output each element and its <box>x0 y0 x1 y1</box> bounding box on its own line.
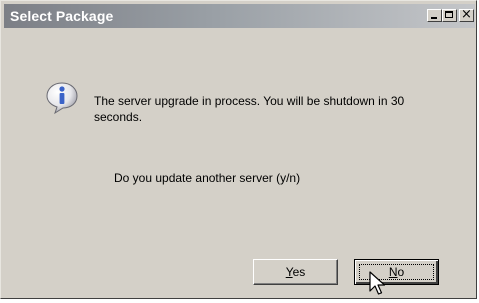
window-title: Select Package <box>10 8 114 24</box>
mouse-pointer-icon <box>369 271 387 297</box>
minimize-icon <box>431 17 437 19</box>
dialog-question: Do you update another server (y/n) <box>114 171 301 185</box>
no-button-label: No <box>388 265 405 279</box>
yes-button-label: Yes <box>285 265 306 279</box>
close-icon: × <box>461 7 472 22</box>
title-bar[interactable]: Select Package × <box>4 4 475 28</box>
yes-button[interactable]: Yes <box>253 259 338 285</box>
maximize-button[interactable] <box>442 9 457 22</box>
dialog-message: The server upgrade in process. You will … <box>94 94 405 124</box>
minimize-button[interactable] <box>427 9 442 22</box>
maximize-icon <box>445 11 453 18</box>
dialog-window: Select Package × The server upgrade in p <box>0 0 477 299</box>
info-icon <box>45 81 79 115</box>
close-button[interactable]: × <box>459 7 474 22</box>
no-button[interactable]: No <box>354 259 439 285</box>
